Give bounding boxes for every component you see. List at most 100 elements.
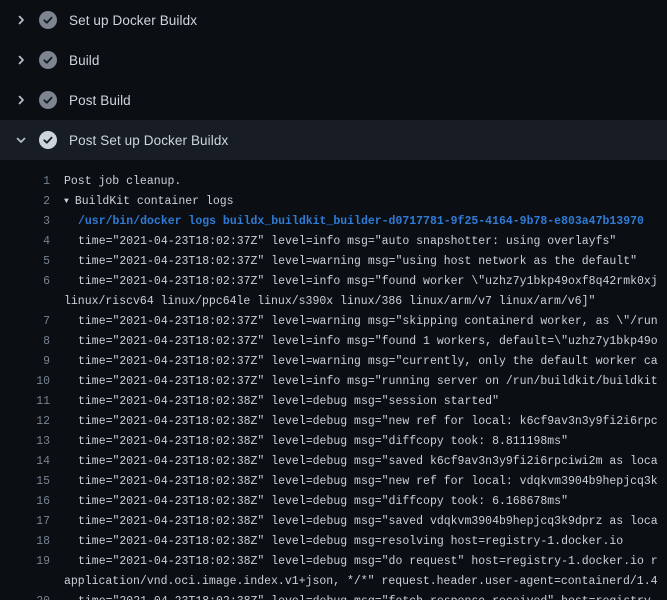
log-text: time="2021-04-23T18:02:38Z" level=debug … — [78, 432, 568, 452]
log-text: Post job cleanup. — [64, 172, 181, 192]
log-line-number[interactable]: 8 — [0, 332, 50, 352]
log-text: linux/riscv64 linux/ppc64le linux/s390x … — [64, 292, 595, 312]
log-line: 19 time="2021-04-23T18:02:38Z" level=debu… — [0, 552, 667, 572]
log-line-number[interactable]: 15 — [0, 472, 50, 492]
log-text: time="2021-04-23T18:02:38Z" level=debug … — [78, 512, 658, 532]
log-line: 9 time="2021-04-23T18:02:37Z" level=warni… — [0, 352, 667, 372]
log-text: time="2021-04-23T18:02:38Z" level=debug … — [78, 492, 568, 512]
log-line: 2 ▼ BuildKit container logs — [0, 192, 667, 212]
log-line: 1 Post job cleanup. — [0, 172, 667, 192]
step-row-post-set-up-docker-buildx[interactable]: Post Set up Docker Buildx — [0, 120, 667, 160]
log-text-value: time="2021-04-23T18:02:38Z" level=debug … — [78, 535, 623, 548]
log-text-value: time="2021-04-23T18:02:37Z" level=info m… — [78, 335, 658, 348]
log-line-number[interactable]: 5 — [0, 252, 50, 272]
log-line: 3/usr/bin/docker logs buildx_buildkit_bu… — [0, 212, 667, 232]
log-line: 8 time="2021-04-23T18:02:37Z" level=info … — [0, 332, 667, 352]
log-text-value: BuildKit container logs — [75, 195, 234, 208]
log-text-value: Post job cleanup. — [64, 175, 181, 188]
log-text: time="2021-04-23T18:02:37Z" level=info m… — [78, 332, 658, 352]
log-text: time="2021-04-23T18:02:38Z" level=debug … — [78, 392, 499, 412]
log-text: application/vnd.oci.image.index.v1+json,… — [64, 572, 658, 592]
log-line: 7 time="2021-04-23T18:02:37Z" level=warni… — [0, 312, 667, 332]
log-line: 16 time="2021-04-23T18:02:38Z" level=debu… — [0, 492, 667, 512]
log-line-number[interactable]: 20 — [0, 592, 50, 600]
log-line: 15 time="2021-04-23T18:02:38Z" level=debu… — [0, 472, 667, 492]
step-label: Post Set up Docker Buildx — [69, 133, 228, 148]
log-line-continuation: application/vnd.oci.image.index.v1+json,… — [0, 572, 667, 592]
step-row-post-build[interactable]: Post Build — [0, 80, 667, 120]
log-line-number[interactable]: 17 — [0, 512, 50, 532]
log-line-continuation: linux/riscv64 linux/ppc64le linux/s390x … — [0, 292, 667, 312]
log-text-value: time="2021-04-23T18:02:38Z" level=debug … — [78, 395, 499, 408]
check-circle-icon — [39, 51, 57, 69]
step-label: Build — [69, 53, 100, 68]
log-viewer: 1 Post job cleanup. 2 ▼ BuildKit container l… — [0, 160, 667, 600]
step-row-set-up-docker-buildx[interactable]: Set up Docker Buildx — [0, 0, 667, 40]
log-text-value: time="2021-04-23T18:02:38Z" level=debug … — [78, 415, 658, 428]
log-text-value: time="2021-04-23T18:02:37Z" level=warnin… — [78, 355, 658, 368]
log-text-value: application/vnd.oci.image.index.v1+json,… — [64, 575, 658, 588]
log-line-number[interactable]: 3 — [0, 212, 50, 232]
actions-log-page: Set up Docker Buildx Build Post Build Post … — [0, 0, 667, 600]
log-line-number[interactable]: 9 — [0, 352, 50, 372]
log-text: time="2021-04-23T18:02:38Z" level=debug … — [78, 532, 623, 552]
steps-list: Set up Docker Buildx Build Post Build Post … — [0, 0, 667, 160]
log-line: 10 time="2021-04-23T18:02:37Z" level=info… — [0, 372, 667, 392]
check-circle-icon — [39, 91, 57, 109]
log-line-number[interactable]: 18 — [0, 532, 50, 552]
log-text-value: time="2021-04-23T18:02:38Z" level=debug … — [78, 435, 568, 448]
log-line-number — [0, 572, 50, 592]
group-expander-icon[interactable]: ▼ — [64, 192, 69, 212]
log-line-number[interactable]: 2 — [0, 192, 50, 212]
log-text-value: time="2021-04-23T18:02:38Z" level=debug … — [78, 455, 658, 468]
log-command-text: /usr/bin/docker logs buildx_buildkit_bui… — [78, 212, 644, 232]
log-line: 14 time="2021-04-23T18:02:38Z" level=debu… — [0, 452, 667, 472]
log-text-value: time="2021-04-23T18:02:38Z" level=debug … — [78, 515, 658, 528]
log-text: time="2021-04-23T18:02:38Z" level=debug … — [78, 412, 658, 432]
log-line-number[interactable]: 13 — [0, 432, 50, 452]
log-text-value: time="2021-04-23T18:02:37Z" level=info m… — [78, 275, 658, 288]
log-text-value: /usr/bin/docker logs buildx_buildkit_bui… — [78, 215, 644, 228]
check-circle-icon — [39, 11, 57, 29]
log-text: time="2021-04-23T18:02:37Z" level=warnin… — [78, 352, 658, 372]
check-circle-icon — [39, 131, 57, 149]
log-line-number[interactable]: 4 — [0, 232, 50, 252]
log-text-value: time="2021-04-23T18:02:37Z" level=info m… — [78, 375, 658, 388]
log-line-number[interactable]: 14 — [0, 452, 50, 472]
log-line: 11 time="2021-04-23T18:02:38Z" level=debu… — [0, 392, 667, 412]
log-text-value: time="2021-04-23T18:02:37Z" level=warnin… — [78, 315, 658, 328]
log-line: 20 time="2021-04-23T18:02:38Z" level=debu… — [0, 592, 667, 600]
chevron-down-icon — [13, 132, 29, 148]
log-line-number — [0, 292, 50, 312]
log-line-number[interactable]: 12 — [0, 412, 50, 432]
log-line-number[interactable]: 1 — [0, 172, 50, 192]
log-line: 6 time="2021-04-23T18:02:37Z" level=info … — [0, 272, 667, 292]
log-line-number[interactable]: 6 — [0, 272, 50, 292]
chevron-right-icon — [13, 52, 29, 68]
log-text: time="2021-04-23T18:02:38Z" level=debug … — [78, 552, 658, 572]
step-row-build[interactable]: Build — [0, 40, 667, 80]
log-text: time="2021-04-23T18:02:37Z" level=warnin… — [78, 252, 637, 272]
log-line-number[interactable]: 19 — [0, 552, 50, 572]
log-line-number[interactable]: 7 — [0, 312, 50, 332]
log-line-number[interactable]: 10 — [0, 372, 50, 392]
log-line: 18 time="2021-04-23T18:02:38Z" level=debu… — [0, 532, 667, 552]
log-line: 12 time="2021-04-23T18:02:38Z" level=debu… — [0, 412, 667, 432]
log-text-value: time="2021-04-23T18:02:38Z" level=debug … — [78, 555, 658, 568]
log-text: time="2021-04-23T18:02:37Z" level=info m… — [78, 232, 616, 252]
step-label: Post Build — [69, 93, 131, 108]
chevron-right-icon — [13, 12, 29, 28]
log-text: time="2021-04-23T18:02:38Z" level=debug … — [78, 472, 658, 492]
log-text-value: linux/riscv64 linux/ppc64le linux/s390x … — [64, 295, 595, 308]
log-text: time="2021-04-23T18:02:38Z" level=debug … — [78, 452, 658, 472]
log-line: 13 time="2021-04-23T18:02:38Z" level=debu… — [0, 432, 667, 452]
log-line-number[interactable]: 16 — [0, 492, 50, 512]
log-line-number[interactable]: 11 — [0, 392, 50, 412]
log-text-value: time="2021-04-23T18:02:38Z" level=debug … — [78, 595, 658, 600]
log-text-value: time="2021-04-23T18:02:37Z" level=info m… — [78, 235, 616, 248]
log-text: time="2021-04-23T18:02:37Z" level=info m… — [78, 272, 658, 292]
log-line: 4 time="2021-04-23T18:02:37Z" level=info … — [0, 232, 667, 252]
log-text: time="2021-04-23T18:02:37Z" level=info m… — [78, 372, 658, 392]
log-text: time="2021-04-23T18:02:38Z" level=debug … — [78, 592, 658, 600]
log-text: ▼ BuildKit container logs — [64, 192, 234, 212]
